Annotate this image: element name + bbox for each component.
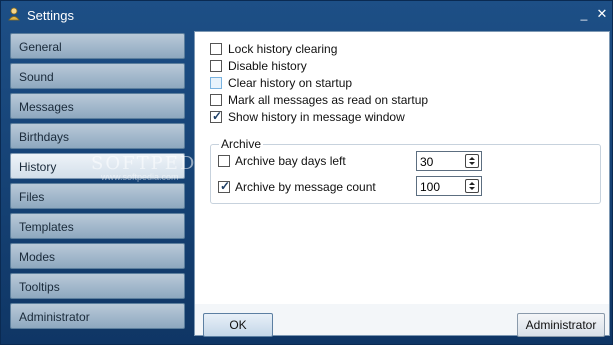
sidebar-item-label: History <box>19 160 57 174</box>
disable-history-checkbox[interactable] <box>210 60 222 72</box>
sidebar-item-templates[interactable]: Templates <box>10 213 185 239</box>
show-history-in-window-checkbox[interactable] <box>210 109 222 123</box>
sidebar-item-label: General <box>19 40 62 54</box>
sidebar-item-label: Messages <box>19 100 74 114</box>
archive-by-count-checkbox[interactable] <box>218 179 230 193</box>
option-label: Show history in message window <box>228 110 405 124</box>
option-label: Clear history on startup <box>228 76 353 90</box>
archive-count-input[interactable] <box>420 180 460 194</box>
history-content: Lock history clearing Disable history Cl… <box>195 32 609 304</box>
archive-days-input[interactable] <box>420 155 460 169</box>
window-title: Settings <box>27 8 74 23</box>
sidebar-item-label: Sound <box>19 70 54 84</box>
minimize-button[interactable]: _ <box>577 7 591 21</box>
sidebar-item-files[interactable]: Files <box>10 183 185 209</box>
archive-count-spinner[interactable] <box>416 176 482 196</box>
sidebar-item-label: Files <box>19 190 45 204</box>
lock-history-clearing-checkbox[interactable] <box>210 43 222 55</box>
option-label: Disable history <box>228 59 307 73</box>
sidebar-item-messages[interactable]: Messages <box>10 93 185 119</box>
sidebar-item-label: Birthdays <box>19 130 70 144</box>
option-label: Archive bay days left <box>235 154 346 168</box>
sidebar-item-modes[interactable]: Modes <box>10 243 185 269</box>
softpedia-watermark-url: www.softpedia.com <box>101 172 179 182</box>
spin-arrows-icon[interactable] <box>465 154 479 168</box>
option-label: Lock history clearing <box>228 42 338 56</box>
ok-button[interactable]: OK <box>203 313 273 337</box>
archive-group: Archive Archive bay days left Archive by… <box>210 137 601 204</box>
close-button[interactable]: ✕ <box>595 7 609 21</box>
sidebar-item-label: Modes <box>19 250 56 264</box>
settings-window: Settings _ ✕ General Sound Messages Birt… <box>0 0 613 345</box>
option-label: Mark all messages as read on startup <box>228 93 429 107</box>
title-bar[interactable]: Settings _ ✕ <box>1 1 612 29</box>
archive-by-days-checkbox[interactable] <box>218 155 230 167</box>
sidebar-item-administrator[interactable]: Administrator <box>10 303 185 329</box>
history-panel: Lock history clearing Disable history Cl… <box>194 31 610 337</box>
sidebar-item-sound[interactable]: Sound <box>10 63 185 89</box>
sidebar-item-label: Administrator <box>19 310 90 324</box>
spin-arrows-icon[interactable] <box>465 179 479 193</box>
sidebar-item-birthdays[interactable]: Birthdays <box>10 123 185 149</box>
mark-messages-read-checkbox[interactable] <box>210 94 222 106</box>
clear-history-on-startup-checkbox[interactable] <box>210 77 222 89</box>
sidebar-item-general[interactable]: General <box>10 33 185 59</box>
sidebar-item-tooltips[interactable]: Tooltips <box>10 273 185 299</box>
user-icon <box>8 7 20 21</box>
sidebar-item-label: Tooltips <box>19 280 60 294</box>
settings-sidebar: General Sound Messages Birthdays History… <box>7 31 187 336</box>
archive-days-spinner[interactable] <box>416 151 482 171</box>
archive-legend: Archive <box>219 137 264 151</box>
sidebar-item-label: Templates <box>19 220 74 234</box>
administrator-button[interactable]: Administrator <box>517 313 605 337</box>
option-label: Archive by message count <box>235 180 376 194</box>
